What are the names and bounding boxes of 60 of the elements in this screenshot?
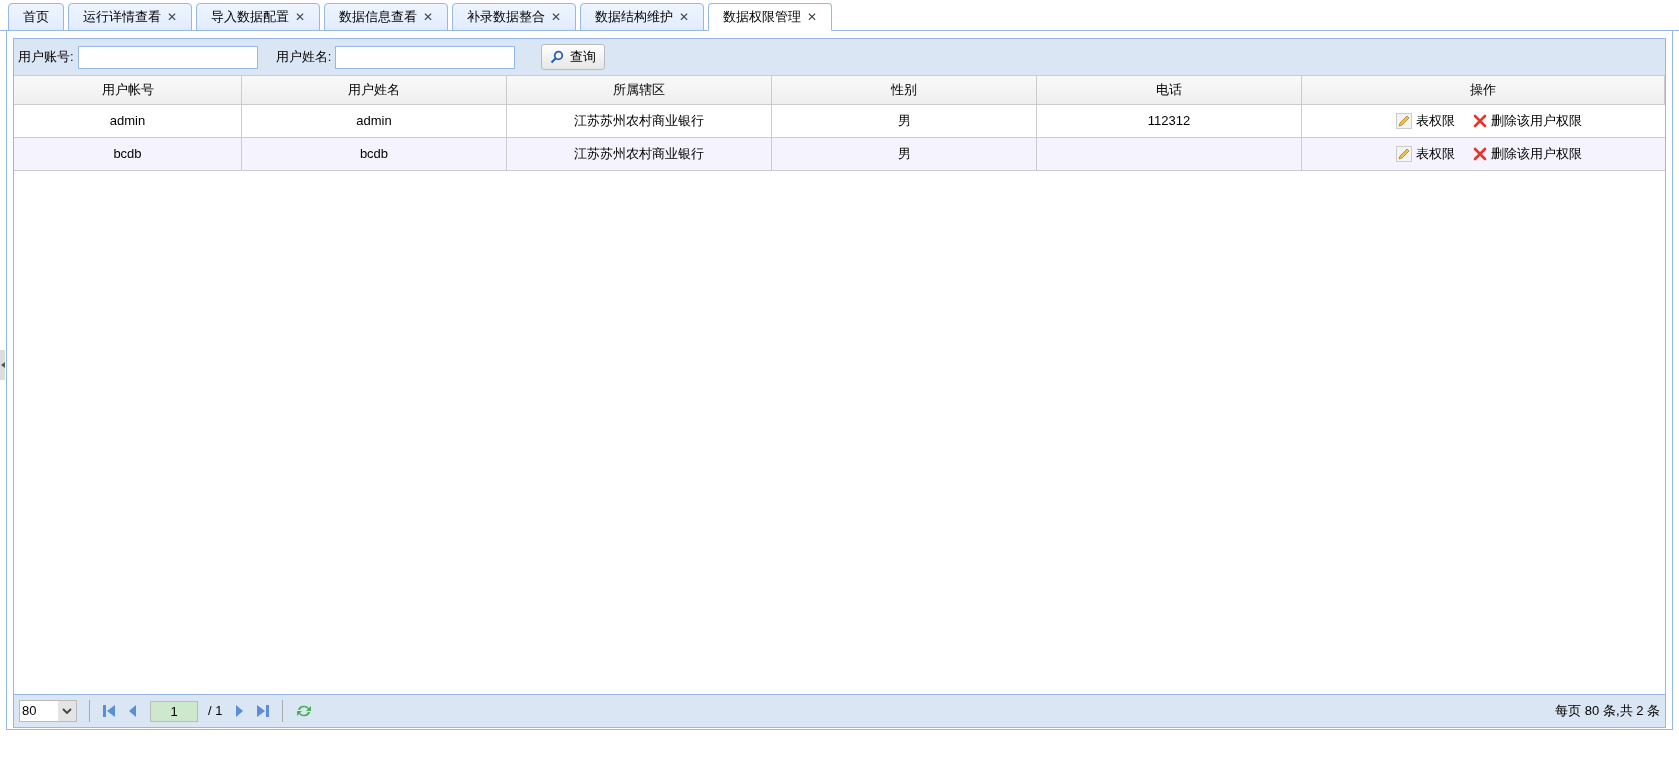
tab-label: 首页: [23, 8, 49, 27]
pencil-icon: [1395, 113, 1412, 129]
refresh-icon[interactable]: [295, 703, 314, 719]
table-cell-text: 江苏苏州农村商业银行: [574, 145, 704, 164]
table-cell-text: 112312: [1147, 112, 1191, 131]
tab[interactable]: 数据结构维护 ✕: [580, 3, 704, 31]
table-cell-text: admin: [356, 112, 392, 131]
last-page-icon[interactable]: [256, 704, 271, 718]
collapse-handle[interactable]: [0, 350, 5, 380]
table-cell-text: 男: [897, 145, 911, 164]
action-link[interactable]: 删除该用户权限: [1472, 144, 1582, 164]
column-header: 电话: [1037, 76, 1302, 104]
search-button[interactable]: 查询: [541, 44, 606, 70]
tab-label: 数据结构维护: [595, 8, 673, 27]
tab-label: 补录数据整合: [467, 8, 545, 27]
column-header: 操作: [1302, 76, 1665, 104]
page-size-select[interactable]: 80: [19, 700, 77, 722]
page-input[interactable]: 1: [150, 700, 198, 722]
page-count: / 1: [208, 702, 223, 721]
pencil-icon: [1395, 146, 1412, 162]
close-icon[interactable]: ✕: [551, 8, 561, 26]
action-link[interactable]: 删除该用户权限: [1472, 111, 1582, 131]
column-header: 用户姓名: [242, 76, 507, 104]
tab-label: 导入数据配置: [211, 8, 289, 27]
close-icon[interactable]: ✕: [807, 8, 817, 26]
action-link[interactable]: 表权限: [1395, 144, 1455, 164]
close-icon[interactable]: ✕: [167, 8, 177, 26]
tab[interactable]: 导入数据配置 ✕: [196, 3, 320, 31]
table-row[interactable]: bcdb bcdb 江苏苏州农村商业银行 男 表权限 删除该用户权限: [14, 138, 1665, 171]
close-icon[interactable]: ✕: [679, 8, 689, 26]
tab[interactable]: 数据信息查看 ✕: [324, 3, 448, 31]
record-summary: 每页 80 条,共 2 条: [1555, 702, 1660, 721]
cross-icon: [1472, 114, 1487, 128]
table-row[interactable]: admin admin 江苏苏州农村商业银行 男 112312 表权限 删除该用户权限: [14, 105, 1665, 138]
cross-icon: [1472, 147, 1487, 161]
tab[interactable]: 首页: [8, 3, 64, 31]
input-field[interactable]: [335, 45, 516, 69]
table-cell-text: bcdb: [113, 145, 142, 164]
close-icon[interactable]: ✕: [295, 8, 305, 26]
tab[interactable]: 数据权限管理 ✕: [708, 3, 832, 31]
table-cell-text: 男: [897, 112, 911, 131]
table-cell-text: admin: [109, 112, 146, 131]
column-header: 性别: [772, 76, 1037, 104]
dropdown-icon: [58, 701, 76, 721]
column-header: 所属辖区: [507, 76, 772, 104]
tab-label: 数据权限管理: [723, 8, 801, 27]
action-link[interactable]: 表权限: [1395, 111, 1455, 131]
tab-label: 数据信息查看: [339, 8, 417, 27]
tab[interactable]: 补录数据整合 ✕: [452, 3, 576, 31]
tab-label: 运行详情查看: [83, 8, 161, 27]
table-cell-text: 江苏苏州农村商业银行: [574, 112, 704, 131]
column-header: 用户帐号: [14, 76, 242, 104]
field-label: 用户账号:: [18, 48, 74, 67]
close-icon[interactable]: ✕: [423, 8, 433, 26]
input-field[interactable]: [77, 45, 258, 69]
tab[interactable]: 运行详情查看 ✕: [68, 3, 192, 31]
first-page-icon[interactable]: [102, 704, 116, 718]
field-label: 用户姓名:: [275, 48, 332, 67]
table-cell-text: bcdb: [359, 145, 389, 164]
search-icon: [550, 50, 565, 64]
